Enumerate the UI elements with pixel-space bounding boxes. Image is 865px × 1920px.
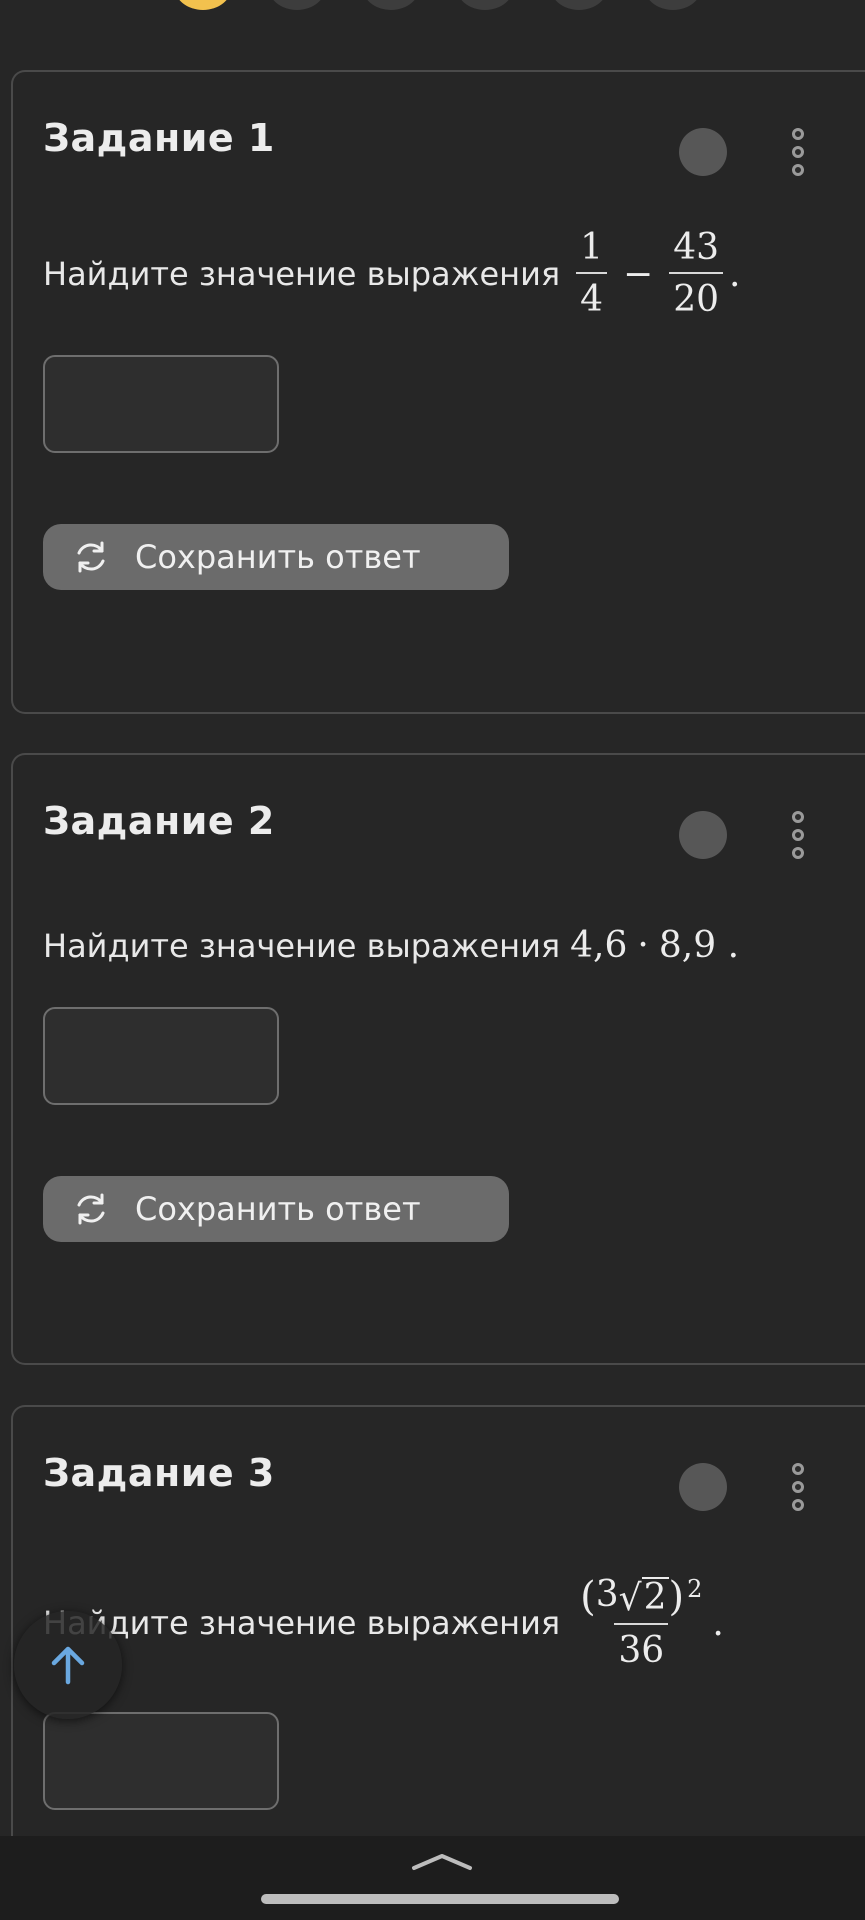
period: . <box>712 1602 724 1644</box>
numerator: (3 √ 2) 2 <box>576 1577 706 1623</box>
task-question: Найдите значение выражения 4,6 · 8,9 . <box>43 925 739 966</box>
task-card-2: Задание 2 Найдите значение выражения 4,6… <box>11 753 865 1365</box>
denominator: 36 <box>614 1623 669 1669</box>
question-text: Найдите значение выражения <box>43 926 561 965</box>
period: . <box>729 253 741 295</box>
progress-dot-5[interactable] <box>550 0 608 10</box>
close-paren: ) <box>668 1574 685 1620</box>
task-question: Найдите значение выражения (3 √ 2) 2 36 . <box>43 1577 724 1669</box>
task-card-1: Задание 1 Найдите значение выражения 1 4… <box>11 70 865 714</box>
numerator: 43 <box>673 227 720 268</box>
radicand: 2 <box>641 1577 669 1618</box>
period: . <box>727 925 740 966</box>
kebab-menu-icon <box>792 128 804 140</box>
square-root: √ 2 <box>618 1577 669 1619</box>
progress-dot-1[interactable] <box>174 0 232 10</box>
numerator: 1 <box>580 227 604 268</box>
save-answer-label: Сохранить ответ <box>135 538 421 576</box>
answer-input[interactable] <box>43 1007 279 1105</box>
task-menu-button[interactable] <box>783 124 813 180</box>
progress-dot-4[interactable] <box>456 0 514 10</box>
fraction-a: 1 4 <box>576 227 608 318</box>
task-menu-button[interactable] <box>783 807 813 863</box>
kebab-menu-icon <box>792 811 804 823</box>
math-expression: (3 √ 2) 2 36 . <box>570 1577 724 1669</box>
minus-operator: − <box>623 253 654 295</box>
task-title: Задание 3 <box>43 1451 275 1495</box>
progress-dot-3[interactable] <box>362 0 420 10</box>
bottom-navigation-bar <box>0 1836 865 1920</box>
progress-dot-2[interactable] <box>268 0 326 10</box>
open-paren: ( <box>580 1574 596 1620</box>
fraction-b: 43 20 <box>669 227 724 318</box>
home-indicator[interactable] <box>261 1894 619 1904</box>
save-answer-button[interactable]: Сохранить ответ <box>43 1176 509 1242</box>
exponent: 2 <box>687 1575 703 1603</box>
task-title: Задание 1 <box>43 116 275 160</box>
refresh-icon <box>77 541 105 573</box>
answer-input[interactable] <box>43 1712 279 1810</box>
fraction: (3 √ 2) 2 36 <box>576 1577 706 1669</box>
math-expression: 4,6 · 8,9 . <box>570 925 739 966</box>
scroll-to-top-button[interactable] <box>14 1611 122 1719</box>
operand-b: 8,9 <box>658 925 717 966</box>
progress-dot-6[interactable] <box>644 0 702 10</box>
operand-a: 4,6 <box>570 925 628 966</box>
math-expression: 1 4 − 43 20 . <box>570 230 740 318</box>
task-menu-button[interactable] <box>783 1459 813 1515</box>
save-answer-label: Сохранить ответ <box>135 1190 421 1228</box>
task-question: Найдите значение выражения 1 4 − 43 20 . <box>43 230 740 318</box>
task-status-indicator <box>679 128 727 176</box>
task-status-indicator <box>679 811 727 859</box>
denominator: 20 <box>669 272 724 318</box>
page: Задание 1 Найдите значение выражения 1 4… <box>0 0 865 1920</box>
save-answer-button[interactable]: Сохранить ответ <box>43 524 509 590</box>
answer-input[interactable] <box>43 355 279 453</box>
coefficient: 3 <box>595 1574 619 1615</box>
arrow-up-icon <box>51 1646 85 1685</box>
kebab-menu-icon <box>792 1463 804 1475</box>
refresh-icon <box>77 1193 105 1225</box>
question-text: Найдите значение выражения <box>43 1604 561 1642</box>
chevron-up-icon[interactable] <box>410 1850 474 1874</box>
task-progress-dots <box>0 0 865 10</box>
denominator: 4 <box>576 272 608 318</box>
task-title: Задание 2 <box>43 799 275 843</box>
task-status-indicator <box>679 1463 727 1511</box>
task-card-3: Задание 3 Найдите значение выражения (3 √… <box>11 1405 865 1905</box>
multiply-operator: · <box>637 925 649 966</box>
question-text: Найдите значение выражения <box>43 255 561 293</box>
